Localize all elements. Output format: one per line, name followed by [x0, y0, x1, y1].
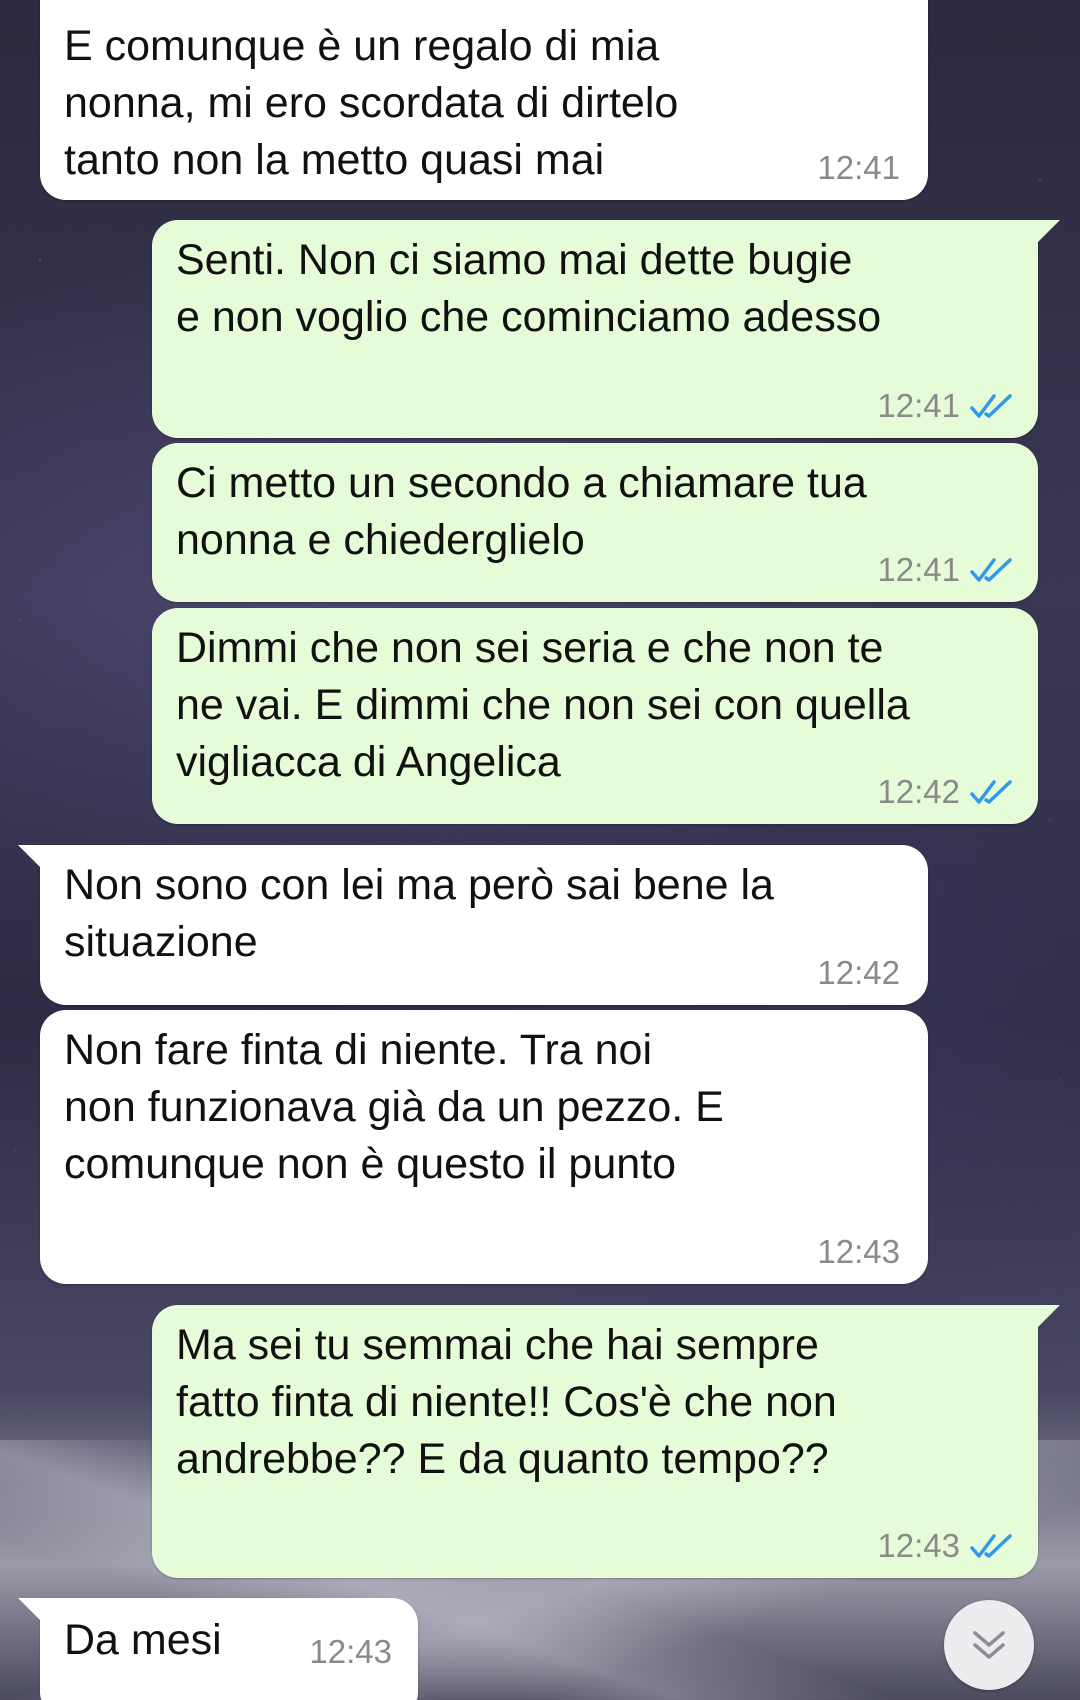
message-time: 12:41 [817, 149, 900, 186]
message-incoming[interactable]: E comunque è un regalo di mia nonna, mi … [40, 0, 928, 200]
message-meta: 12:43 [877, 1528, 1014, 1564]
message-meta: 12:41 [877, 388, 1014, 424]
message-text: E comunque è un regalo di mia nonna, mi … [64, 22, 679, 184]
double-check-icon [970, 1534, 1012, 1558]
message-text: Non fare finta di niente. Tra noi non fu… [64, 1026, 724, 1188]
message-time: 12:43 [817, 1233, 900, 1270]
message-text: Ma sei tu semmai che hai sempre fatto fi… [176, 1321, 837, 1483]
message-time: 12:42 [817, 954, 900, 991]
message-outgoing[interactable]: Ci metto un secondo a chiamare tua nonna… [152, 443, 1038, 602]
message-text: Senti. Non ci siamo mai dette bugie e no… [176, 236, 882, 341]
message-meta: 12:41 [817, 150, 900, 186]
message-meta: 12:42 [817, 955, 900, 991]
message-time: 12:43 [309, 1633, 392, 1670]
double-check-icon [970, 394, 1012, 418]
message-time: 12:42 [877, 773, 960, 810]
double-check-icon [970, 780, 1012, 804]
message-outgoing[interactable]: Dimmi che non sei seria e che non te ne … [152, 608, 1038, 824]
double-chevron-down-icon [973, 1631, 1005, 1659]
double-check-icon [970, 558, 1012, 582]
message-time: 12:41 [877, 551, 960, 588]
message-incoming[interactable]: Non sono con lei ma però sai bene la sit… [18, 845, 928, 1005]
message-outgoing[interactable]: Senti. Non ci siamo mai dette bugie e no… [152, 220, 1060, 438]
message-text: Dimmi che non sei seria e che non te ne … [176, 624, 910, 786]
message-text: Non sono con lei ma però sai bene la sit… [64, 861, 774, 966]
message-outgoing[interactable]: Ma sei tu semmai che hai sempre fatto fi… [152, 1305, 1060, 1578]
scroll-to-bottom-button[interactable] [944, 1600, 1034, 1690]
message-time: 12:43 [877, 1527, 960, 1564]
message-meta: 12:43 [309, 1634, 392, 1670]
message-incoming[interactable]: Non fare finta di niente. Tra noi non fu… [40, 1010, 928, 1284]
message-meta: 12:42 [877, 774, 1014, 810]
message-time: 12:41 [877, 387, 960, 424]
message-meta: 12:41 [877, 552, 1014, 588]
message-incoming[interactable]: Da mesi 12:43 [18, 1598, 418, 1700]
message-meta: 12:43 [817, 1234, 900, 1270]
